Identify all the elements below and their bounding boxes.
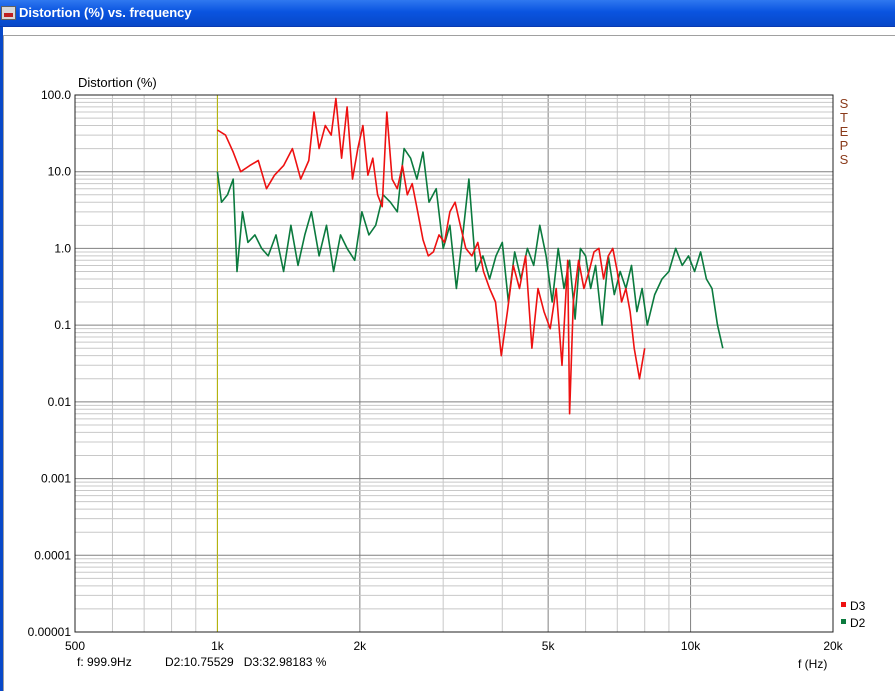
x-tick-label: 500 bbox=[65, 639, 85, 653]
steps-letter: E bbox=[840, 124, 849, 139]
chart-grid bbox=[74, 95, 834, 633]
y-tick-label: 0.01 bbox=[48, 395, 72, 409]
x-tick-label: 20k bbox=[823, 639, 843, 653]
y-tick-label: 1.0 bbox=[54, 241, 71, 255]
distortion-chart[interactable]: 0.00001 0.0001 0.001 0.01 0.1 1.0 10.0 100.0 500… bbox=[0, 0, 895, 691]
steps-label: STEPS bbox=[840, 96, 849, 167]
legend: D3D2 bbox=[841, 599, 866, 630]
legend-label-d2: D2 bbox=[850, 616, 866, 630]
steps-letter: T bbox=[840, 110, 848, 125]
x-tick-label: 1k bbox=[211, 639, 225, 653]
axis-labels: 0.00001 0.0001 0.001 0.01 0.1 1.0 10.0 100.0 500… bbox=[28, 75, 844, 671]
x-tick-label: 5k bbox=[542, 639, 556, 653]
steps-letter: S bbox=[840, 152, 849, 167]
legend-swatch-d2 bbox=[841, 619, 846, 624]
y-tick-label: 0.00001 bbox=[28, 625, 72, 639]
legend-label-d3: D3 bbox=[850, 599, 866, 613]
y-tick-label: 0.0001 bbox=[34, 548, 71, 562]
y-tick-label: 100.0 bbox=[41, 88, 71, 102]
x-tick-label: 2k bbox=[354, 639, 368, 653]
status-frequency: f: 999.9Hz bbox=[77, 655, 132, 669]
steps-letter: P bbox=[840, 138, 849, 153]
y-tick-label: 0.1 bbox=[54, 318, 71, 332]
y-axis-label: Distortion (%) bbox=[78, 75, 157, 90]
y-tick-label: 0.001 bbox=[41, 472, 71, 486]
status-values: D2:10.75529 D3:32.98183 % bbox=[165, 655, 327, 669]
legend-swatch-d3 bbox=[841, 602, 846, 607]
x-axis-label: f (Hz) bbox=[798, 657, 827, 671]
steps-letter: S bbox=[840, 96, 849, 111]
x-tick-label: 10k bbox=[681, 639, 701, 653]
y-tick-label: 10.0 bbox=[48, 165, 72, 179]
